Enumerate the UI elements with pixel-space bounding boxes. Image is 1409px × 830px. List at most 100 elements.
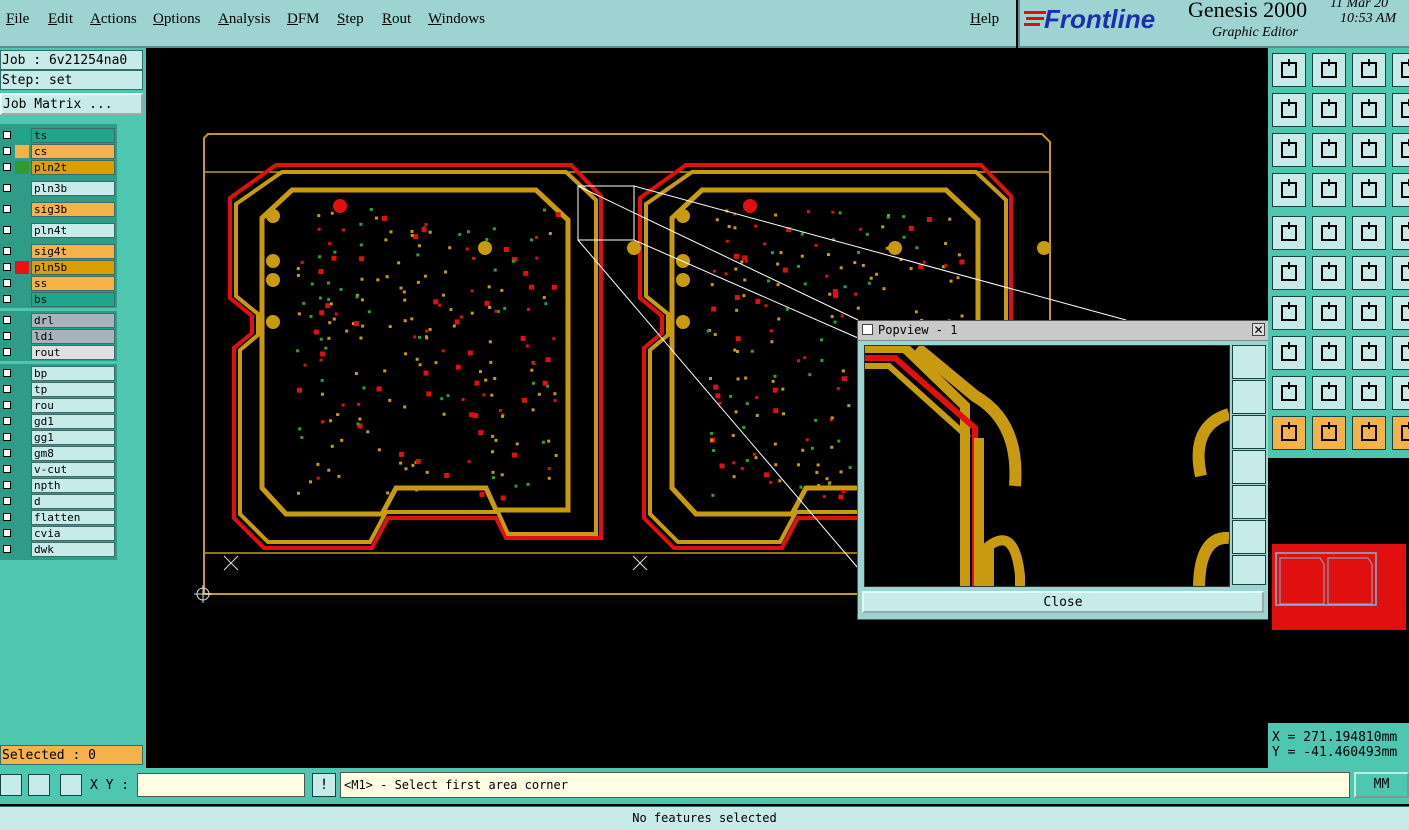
units-button[interactable]: MM <box>1354 772 1409 798</box>
layer-row[interactable]: drl <box>0 313 115 328</box>
menu-options[interactable]: Options <box>153 11 201 28</box>
layer-name[interactable]: tp <box>31 382 115 397</box>
layer-color-swatch[interactable] <box>15 383 29 396</box>
layer-name[interactable]: rou <box>31 398 115 413</box>
layer-name[interactable]: ldi <box>31 329 115 344</box>
layer-color-swatch[interactable] <box>15 277 29 290</box>
layer-color-swatch[interactable] <box>15 293 29 306</box>
menu-analysis[interactable]: Analysis <box>218 11 271 28</box>
zoom-home-alt-icon[interactable] <box>1352 53 1386 87</box>
layer-checkbox[interactable] <box>3 417 11 425</box>
layer-row[interactable]: ts <box>0 128 115 143</box>
layer-color-swatch[interactable] <box>15 182 29 195</box>
layer-row[interactable]: cvia <box>0 526 115 541</box>
overview-map[interactable] <box>1268 458 1409 723</box>
pointer-icon[interactable] <box>1272 416 1306 450</box>
layer-color-swatch[interactable] <box>15 479 29 492</box>
layer-name[interactable]: pln5b <box>31 260 115 275</box>
popview-zoom-home-icon[interactable] <box>1232 345 1266 379</box>
layer-row[interactable]: cs <box>0 144 115 159</box>
color-select-icon[interactable] <box>1312 216 1346 250</box>
layer-checkbox[interactable] <box>3 205 11 213</box>
layer-color-swatch[interactable] <box>15 129 29 142</box>
layer-color-swatch[interactable] <box>15 224 29 237</box>
layer-name[interactable]: cs <box>31 144 115 159</box>
layer-checkbox[interactable] <box>3 385 11 393</box>
layer-name[interactable]: sig3b <box>31 202 115 217</box>
layer-row[interactable]: dwk <box>0 542 115 557</box>
layer-name[interactable]: v-cut <box>31 462 115 477</box>
line-edit-icon[interactable] <box>1312 336 1346 370</box>
layer-checkbox[interactable] <box>3 513 11 521</box>
menu-windows[interactable]: Windows <box>428 11 485 28</box>
layer-checkbox[interactable] <box>3 529 11 537</box>
pan-left-icon[interactable] <box>1272 93 1306 127</box>
menu-help[interactable]: Help <box>970 11 999 28</box>
pad-edit-icon[interactable] <box>1272 336 1306 370</box>
layer-checkbox[interactable] <box>3 465 11 473</box>
layer-row[interactable]: rout <box>0 345 115 360</box>
layer-color-swatch[interactable] <box>15 543 29 556</box>
zoom-extra-icon[interactable] <box>1392 93 1409 127</box>
layer-checkbox[interactable] <box>3 316 11 324</box>
layer-row[interactable]: rou <box>0 398 115 413</box>
layer-row[interactable]: pln3b <box>0 181 115 196</box>
layer-name[interactable]: gg1 <box>31 430 115 445</box>
stretch-icon[interactable] <box>1352 336 1386 370</box>
triangle-extra-icon[interactable] <box>1392 376 1409 410</box>
layer-name[interactable]: pln2t <box>31 160 115 175</box>
popview-titlebar[interactable]: Popview - 1 ✕ <box>858 321 1268 341</box>
layer-color-swatch[interactable] <box>15 346 29 359</box>
layer-checkbox[interactable] <box>3 184 11 192</box>
window-menu-icon[interactable] <box>862 324 873 335</box>
measure-angle-icon[interactable] <box>28 774 50 796</box>
layer-color-swatch[interactable] <box>15 527 29 540</box>
layer-color-swatch[interactable] <box>15 463 29 476</box>
triangle-icon[interactable] <box>1272 376 1306 410</box>
xy-input[interactable] <box>137 773 305 797</box>
layer-row[interactable]: pln2t <box>0 160 115 175</box>
align-icon[interactable] <box>1392 256 1409 290</box>
layer-name[interactable]: rout <box>31 345 115 360</box>
menu-file[interactable]: File <box>6 11 29 28</box>
layer-name[interactable]: npth <box>31 478 115 493</box>
triangle-alt-icon[interactable] <box>1312 376 1346 410</box>
fit-screen-icon[interactable] <box>1272 133 1306 167</box>
layer-row[interactable]: bp <box>0 366 115 381</box>
layer-row[interactable]: flatten <box>0 510 115 525</box>
layer-row[interactable]: gd1 <box>0 414 115 429</box>
cross-select-icon[interactable] <box>1312 256 1346 290</box>
layer-row[interactable]: pln4t <box>0 223 115 238</box>
mirror-icon[interactable] <box>1392 296 1409 330</box>
layer-checkbox[interactable] <box>3 433 11 441</box>
triangle-fill-icon[interactable] <box>1352 376 1386 410</box>
wrench-icon[interactable] <box>1272 173 1306 207</box>
layer-color-swatch[interactable] <box>15 367 29 380</box>
layer-checkbox[interactable] <box>3 449 11 457</box>
copy-icon[interactable] <box>1392 336 1409 370</box>
menu-edit[interactable]: Edit <box>48 11 73 28</box>
menu-actions[interactable]: Actions <box>90 11 137 28</box>
layer-row[interactable]: gg1 <box>0 430 115 445</box>
close-icon[interactable]: ✕ <box>1252 323 1265 336</box>
pan-right-icon[interactable] <box>1312 93 1346 127</box>
layer-checkbox[interactable] <box>3 226 11 234</box>
layer-checkbox[interactable] <box>3 295 11 303</box>
layer-checkbox[interactable] <box>3 332 11 340</box>
layer-checkbox[interactable] <box>3 497 11 505</box>
zoom-home-icon[interactable] <box>1272 53 1306 87</box>
layer-row[interactable]: ss <box>0 276 115 291</box>
layer-color-swatch[interactable] <box>15 399 29 412</box>
popview-close-button[interactable]: Close <box>862 591 1264 613</box>
rotate-icon[interactable] <box>1352 296 1386 330</box>
scale-1-2-icon[interactable] <box>1352 133 1386 167</box>
line-select-icon[interactable] <box>1312 296 1346 330</box>
layer-color-swatch[interactable] <box>15 161 29 174</box>
layer-row[interactable]: npth <box>0 478 115 493</box>
zoom-half-icon[interactable] <box>1392 133 1409 167</box>
popview-pan-left-icon[interactable] <box>1232 450 1266 484</box>
zoom-back-icon[interactable] <box>1352 93 1386 127</box>
zoom-frame-icon[interactable] <box>1392 53 1409 87</box>
layer-row[interactable]: tp <box>0 382 115 397</box>
layer-row[interactable]: v-cut <box>0 462 115 477</box>
